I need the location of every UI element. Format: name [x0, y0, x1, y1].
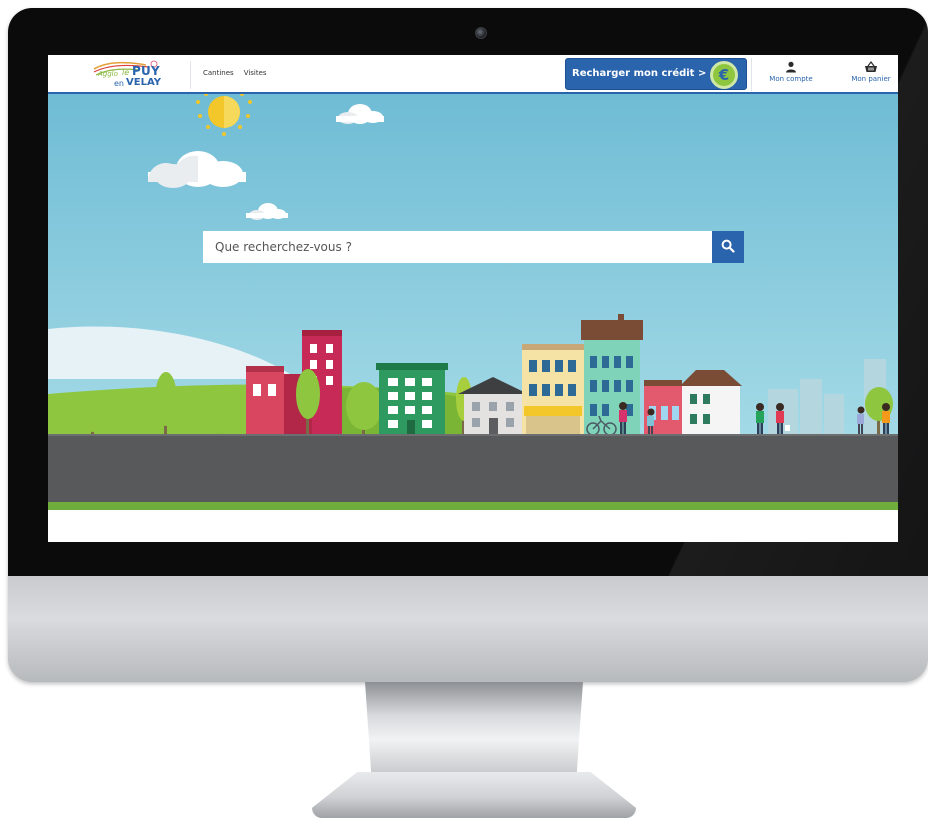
- main-nav: Cantines Visites: [203, 69, 267, 77]
- logo-puy-text: PUY: [132, 64, 160, 78]
- site-header: Agglo le PUY en VELAY Cantines Visites R…: [48, 55, 898, 94]
- logo-en-text: en: [114, 79, 124, 88]
- nav-cantines[interactable]: Cantines: [203, 69, 234, 77]
- page-content-area: [48, 510, 898, 542]
- header-divider: [190, 61, 191, 89]
- logo-le-text: le: [122, 68, 130, 77]
- city-illustration: [48, 92, 898, 474]
- monitor-stand-base: [312, 772, 636, 818]
- road: [48, 436, 898, 502]
- nav-visites[interactable]: Visites: [244, 69, 267, 77]
- grass-strip: [48, 502, 898, 510]
- logo-velay-text: VELAY: [126, 77, 161, 88]
- cart-link[interactable]: Mon panier: [844, 61, 898, 83]
- account-label: Mon compte: [769, 75, 813, 83]
- search-button[interactable]: [712, 231, 744, 263]
- logo-agglo-text: Agglo: [98, 70, 118, 78]
- webcam-icon: [475, 27, 487, 39]
- site-logo[interactable]: Agglo le PUY en VELAY: [92, 59, 170, 91]
- recharge-credit-label: Recharger mon crédit >: [572, 68, 707, 79]
- browser-screen: Agglo le PUY en VELAY Cantines Visites R…: [48, 55, 898, 542]
- euro-coin-icon: €: [710, 61, 738, 89]
- hero-banner: [48, 92, 898, 474]
- monitor-chin: [8, 576, 928, 682]
- header-divider: [751, 58, 752, 91]
- basket-icon: [865, 61, 877, 72]
- search-input[interactable]: [203, 231, 712, 263]
- search-icon: [721, 239, 735, 253]
- monitor-stand-neck: [365, 682, 583, 778]
- recharge-credit-button[interactable]: Recharger mon crédit > €: [565, 58, 747, 90]
- cart-label: Mon panier: [851, 75, 891, 83]
- user-icon: [786, 61, 796, 73]
- account-link[interactable]: Mon compte: [763, 61, 819, 83]
- search-bar: [203, 231, 744, 263]
